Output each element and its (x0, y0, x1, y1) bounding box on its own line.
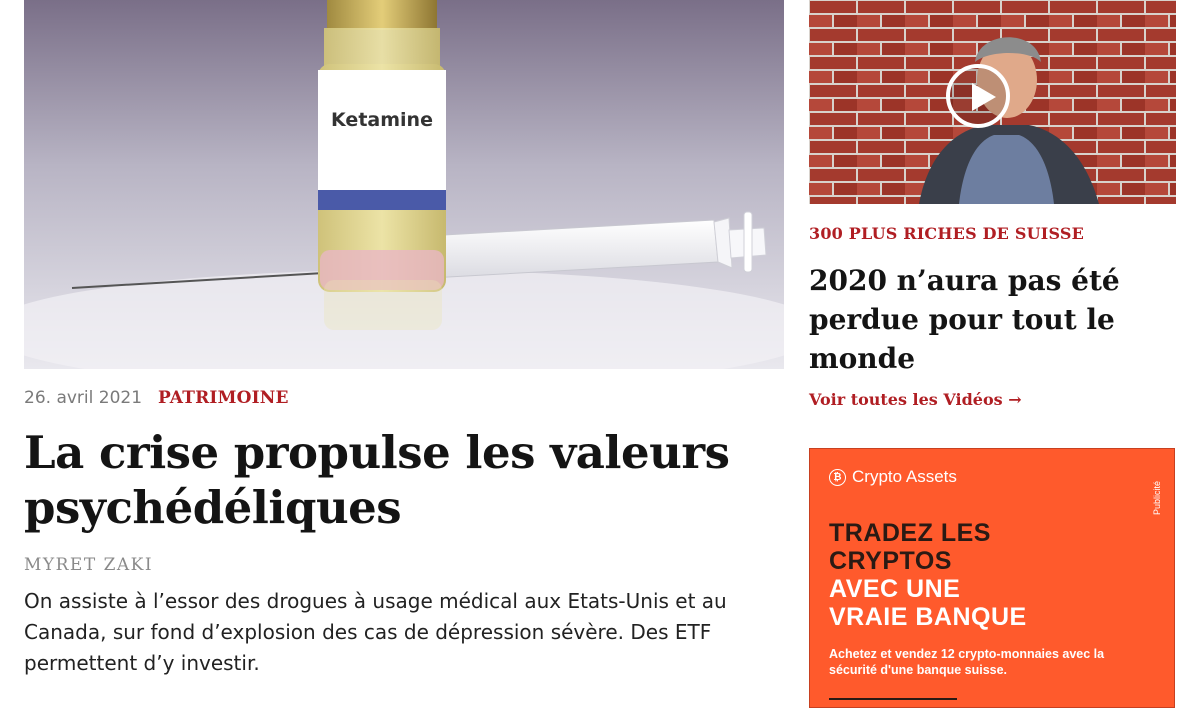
ad-headline-line: CRYPTOS (829, 547, 952, 575)
ad-label: Publicité (1152, 480, 1162, 515)
article-hero-image[interactable]: Ketamine (24, 0, 784, 369)
ad-headline-line: VRAIE BANQUE (829, 603, 1027, 631)
article-category-link[interactable]: PATRIMOINE (158, 388, 289, 408)
play-icon[interactable] (946, 64, 1010, 128)
article-lead: On assiste à l’essor des drogues à usage… (24, 589, 727, 675)
vial-label: Ketamine (331, 109, 433, 131)
all-videos-link[interactable]: Voir toutes les Vidéos → (809, 390, 1022, 409)
crypto-advertisement[interactable]: ₿ Crypto Assets Publicité TRADEZ LES CRY… (809, 448, 1175, 708)
ketamine-vial-illustration: Ketamine (24, 0, 784, 369)
ad-brand-name: Crypto Assets (852, 467, 957, 486)
video-title[interactable]: 2020 n’aura pas été perdue pour tout le … (809, 261, 1179, 378)
article-meta: 26. avril 2021 PATRIMOINE (24, 388, 289, 408)
ad-body-text: Achetez et vendez 12 crypto-monnaies ave… (829, 647, 1105, 677)
article-date: 26. avril 2021 (24, 388, 143, 408)
video-category-link[interactable]: 300 PLUS RICHES DE SUISSE (809, 224, 1084, 243)
article-author[interactable]: MYRET ZAKI (24, 555, 153, 575)
ad-brand: ₿ Crypto Assets (829, 467, 957, 487)
article-title[interactable]: La crise propulse les valeurs psychédéli… (24, 425, 784, 535)
bitcoin-icon: ₿ (829, 468, 846, 486)
ad-headline-line: AVEC UNE (829, 575, 961, 603)
ad-headline-line: TRADEZ LES (829, 519, 991, 547)
ad-headline: TRADEZ LES CRYPTOS AVEC UNE VRAIE BANQUE (829, 519, 1027, 631)
